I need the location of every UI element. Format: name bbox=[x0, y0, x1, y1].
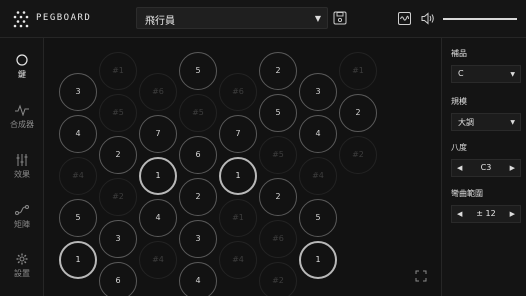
peg-button[interactable]: 4 bbox=[59, 115, 97, 153]
save-preset-icon[interactable] bbox=[333, 11, 347, 25]
nav-label-keys: 鍵 bbox=[18, 70, 26, 79]
app-logo-text: PEGBOARD bbox=[36, 13, 92, 23]
nav-label-synth: 合成器 bbox=[10, 120, 34, 129]
chevron-down-icon: ▼ bbox=[510, 71, 515, 78]
peg-button[interactable]: 2 bbox=[259, 52, 297, 90]
peg-button[interactable]: 1 bbox=[219, 157, 257, 195]
nav-item-effects[interactable]: 效果 bbox=[0, 154, 44, 194]
peg-button[interactable]: 5 bbox=[259, 94, 297, 132]
peg-button[interactable]: #4 bbox=[59, 157, 97, 195]
tonic-value: C bbox=[458, 69, 464, 78]
logo-hex-icon bbox=[13, 11, 29, 28]
peg-button[interactable]: 4 bbox=[179, 262, 217, 296]
scale-label: 規模 bbox=[451, 97, 467, 106]
peg-button[interactable]: 1 bbox=[299, 241, 337, 279]
peg-button[interactable]: 4 bbox=[139, 199, 177, 237]
peg-button[interactable]: 6 bbox=[99, 262, 137, 296]
top-bar: PEGBOARD 飛行員 ▼ bbox=[0, 0, 526, 38]
chevron-down-icon: ▼ bbox=[510, 119, 515, 126]
peg-button[interactable]: 3 bbox=[299, 73, 337, 111]
nav-item-synth[interactable]: 合成器 bbox=[0, 104, 44, 144]
peg-button[interactable]: #1 bbox=[99, 52, 137, 90]
waveform-icon bbox=[15, 104, 29, 116]
volume-icon[interactable] bbox=[421, 12, 435, 25]
scale-select[interactable]: 大調 ▼ bbox=[451, 113, 521, 131]
peg-button[interactable]: 3 bbox=[99, 220, 137, 258]
peg-button[interactable]: #4 bbox=[219, 241, 257, 279]
fullscreen-icon[interactable] bbox=[415, 270, 427, 282]
octave-increment-button[interactable]: ▶ bbox=[510, 164, 515, 172]
nav-label-settings: 設置 bbox=[14, 269, 30, 278]
peg-button[interactable]: 1 bbox=[59, 241, 97, 279]
tonic-label: 補品 bbox=[451, 49, 467, 58]
volume-slider[interactable] bbox=[443, 18, 517, 20]
peg-button[interactable]: #6 bbox=[259, 220, 297, 258]
preset-value: 飛行員 bbox=[145, 16, 175, 27]
octave-label: 八度 bbox=[451, 143, 467, 152]
right-panel: 補品 C ▼ 規模 大調 ▼ 八度 ◀ C3 ▶ 彎曲範圍 ◀ ± 12 ▶ bbox=[441, 38, 526, 296]
peg-button[interactable]: #5 bbox=[179, 94, 217, 132]
peg-button[interactable]: #4 bbox=[299, 157, 337, 195]
nav-label-effects: 效果 bbox=[14, 170, 30, 179]
peg-button[interactable]: 2 bbox=[259, 178, 297, 216]
peg-grid: 3 4 #4 5 1 #1 #5 2 #2 3 6 #6 7 1 4 #4 5 #5 6 2 3 4 #6 7 1 #1 #4 2 5 #… bbox=[45, 39, 441, 296]
peg-button[interactable]: 2 bbox=[339, 94, 377, 132]
bend-range-label: 彎曲範圍 bbox=[451, 189, 483, 198]
bend-range-stepper: ◀ ± 12 ▶ bbox=[451, 205, 521, 223]
scale-value: 大調 bbox=[458, 118, 474, 127]
peg-button[interactable]: #1 bbox=[219, 199, 257, 237]
tonic-select[interactable]: C ▼ bbox=[451, 65, 521, 83]
waveform-toggle-icon[interactable] bbox=[398, 12, 411, 25]
peg-button[interactable]: 7 bbox=[139, 115, 177, 153]
peg-button[interactable]: 3 bbox=[179, 220, 217, 258]
peg-button[interactable]: #5 bbox=[99, 94, 137, 132]
octave-stepper: ◀ C3 ▶ bbox=[451, 159, 521, 177]
peg-button[interactable]: #4 bbox=[139, 241, 177, 279]
peg-button[interactable]: #2 bbox=[99, 178, 137, 216]
volume-slider-fill bbox=[443, 18, 517, 20]
nav-item-settings[interactable]: 設置 bbox=[0, 253, 44, 293]
peg-button[interactable]: #2 bbox=[259, 262, 297, 296]
peg-button[interactable]: #6 bbox=[139, 73, 177, 111]
gear-icon bbox=[16, 253, 28, 265]
peg-button[interactable]: #5 bbox=[259, 136, 297, 174]
nav-label-matrix: 矩陣 bbox=[14, 220, 30, 229]
nav-item-matrix[interactable]: 矩陣 bbox=[0, 204, 44, 244]
peg-button[interactable]: 2 bbox=[179, 178, 217, 216]
chevron-down-icon: ▼ bbox=[314, 14, 321, 23]
peg-button[interactable]: 4 bbox=[299, 115, 337, 153]
circle-icon bbox=[16, 54, 28, 66]
peg-button[interactable]: 5 bbox=[179, 52, 217, 90]
peg-button[interactable]: 6 bbox=[179, 136, 217, 174]
peg-button[interactable]: 5 bbox=[59, 199, 97, 237]
routing-icon bbox=[15, 205, 29, 215]
nav-item-keys[interactable]: 鍵 bbox=[0, 54, 44, 94]
peg-button[interactable]: #6 bbox=[219, 73, 257, 111]
peg-button[interactable]: 3 bbox=[59, 73, 97, 111]
bend-increment-button[interactable]: ▶ bbox=[510, 210, 515, 218]
peg-button[interactable]: #1 bbox=[339, 52, 377, 90]
peg-button[interactable]: 7 bbox=[219, 115, 257, 153]
left-nav: 鍵 合成器 效果 矩陣 設置 bbox=[0, 38, 44, 296]
peg-button[interactable]: 5 bbox=[299, 199, 337, 237]
peg-button[interactable]: #2 bbox=[339, 136, 377, 174]
peg-button[interactable]: 1 bbox=[139, 157, 177, 195]
peg-button[interactable]: 2 bbox=[99, 136, 137, 174]
preset-select[interactable]: 飛行員 ▼ bbox=[136, 7, 328, 29]
sliders-icon bbox=[16, 154, 28, 166]
